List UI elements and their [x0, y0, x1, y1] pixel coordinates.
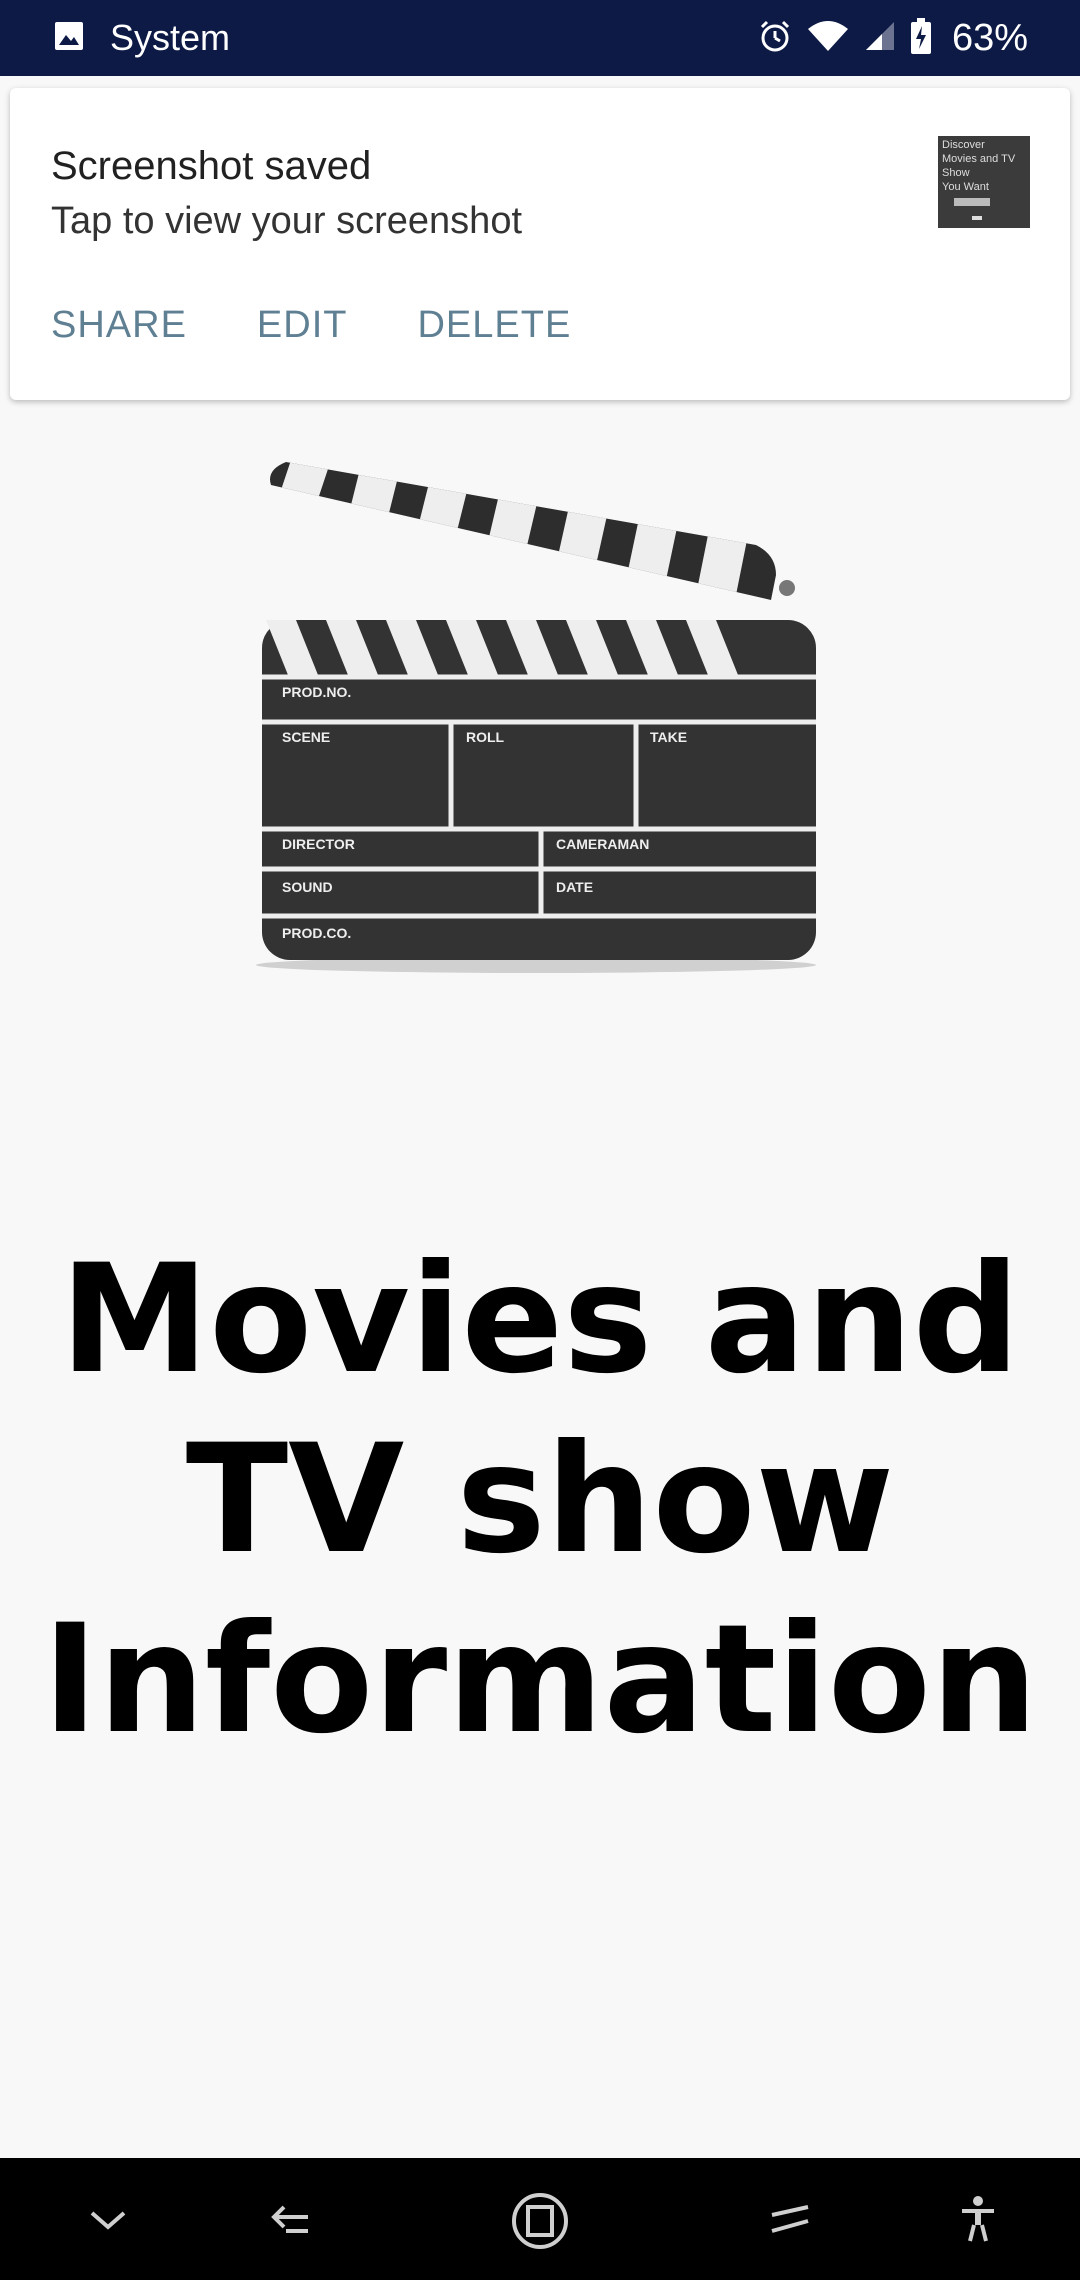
clapper-label: PROD.NO. — [282, 684, 351, 700]
wifi-icon — [806, 19, 850, 57]
thumbnail-line: Discover — [942, 139, 985, 151]
clapper-label: PROD.CO. — [282, 925, 351, 941]
navigation-bar — [0, 2158, 1080, 2280]
notification-text: Tap to view your screenshot — [51, 200, 523, 242]
delete-button[interactable]: DELETE — [417, 304, 571, 347]
battery-icon — [910, 18, 932, 58]
title-line: Movies and — [59, 1233, 1021, 1407]
clapper-label: DIRECTOR — [282, 836, 355, 852]
clapper-label: TAKE — [650, 729, 687, 745]
thumbnail-line: You Want — [942, 181, 989, 193]
title-line: TV show — [185, 1413, 895, 1587]
clapper-label: DATE — [556, 879, 593, 895]
share-button[interactable]: SHARE — [51, 304, 187, 347]
chevron-down-icon[interactable] — [80, 2191, 136, 2247]
image-icon — [54, 21, 84, 55]
status-bar: System 63% — [0, 0, 1080, 76]
clapperboard-illustration: PROD.NO. SCENE ROLL TAKE DIRECTOR CAMERA… — [256, 462, 816, 973]
title-line: Information — [42, 1593, 1038, 1767]
alarm-icon — [758, 19, 792, 57]
back-icon[interactable] — [262, 2191, 318, 2247]
recents-icon[interactable] — [762, 2191, 818, 2247]
accessibility-icon[interactable] — [950, 2191, 1006, 2247]
thumbnail-line: Movies and TV — [942, 153, 1016, 165]
thumbnail-line: Show — [942, 167, 970, 179]
clapper-arm — [270, 462, 795, 600]
page-title: Movies and TV show Information — [0, 1230, 1080, 1770]
edit-button[interactable]: EDIT — [257, 304, 348, 347]
thumbnail-button-label — [972, 216, 982, 220]
clapper-label: ROLL — [466, 729, 505, 745]
battery-percent: 63% — [951, 16, 1028, 59]
home-icon[interactable] — [510, 2191, 568, 2249]
notification-actions: SHARE EDIT DELETE — [51, 304, 571, 347]
clapper-label: SCENE — [282, 729, 330, 745]
clapper-label: CAMERAMAN — [556, 836, 649, 852]
screenshot-notification[interactable]: Screenshot saved Tap to view your screen… — [10, 88, 1070, 400]
clapper-label: SOUND — [282, 879, 333, 895]
notification-title: Screenshot saved — [51, 144, 372, 188]
thumbnail-button — [954, 198, 990, 206]
status-app-label: System — [110, 17, 231, 58]
signal-icon — [864, 20, 896, 56]
screenshot-thumbnail[interactable]: Discover Movies and TV Show You Want — [938, 136, 1030, 228]
